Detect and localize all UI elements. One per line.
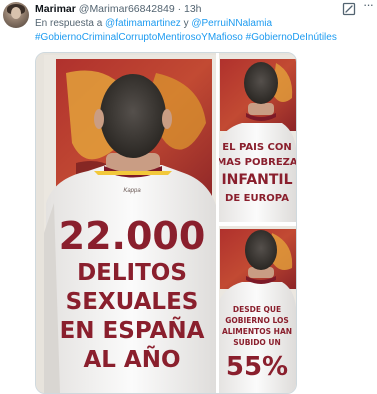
shirt-top-right-line-3: INFANTIL [221, 172, 292, 188]
shirt-main-line-4: EN ESPAÑA [60, 316, 205, 344]
reply-mention-1[interactable]: @fatimamartinez [105, 18, 181, 29]
shirt-bottom-right-line-1: DESDE QUE [233, 305, 281, 314]
shirt-main-line-3: SEXUALES [66, 289, 199, 315]
shirt-main-line-1: 22.000 [59, 214, 206, 258]
media-panel-bottom-right: DESDE QUE GOBIERNO LOS ALIMENTOS HAN SUB… [216, 225, 296, 393]
media-panel-main: Kappa 22.000 DELITOS SEXUALES EN ESPAÑA … [44, 55, 218, 393]
media-collage: Kappa 22.000 DELITOS SEXUALES EN ESPAÑA … [36, 53, 297, 393]
reply-mention-2[interactable]: @PerruiNNalamia [191, 18, 272, 29]
media-panel-top-right: EL PAIS CON MAS POBREZA INFANTIL DE EURO… [216, 55, 297, 223]
shirt-brand-label: Kappa [123, 188, 141, 194]
shirt-top-right-line-2: MAS POBREZA [216, 157, 297, 168]
shirt-bottom-right-line-2: GOBIERNO LOS [225, 316, 289, 325]
shirt-main-line-2: DELITOS [77, 260, 187, 286]
tweet-header: Marimar @Marimar66842849 · 13h [35, 3, 202, 16]
tweet-timestamp[interactable]: 13h [184, 3, 202, 15]
separator-dot: · [177, 3, 182, 15]
author-handle[interactable]: @Marimar66842849 [79, 3, 175, 15]
grok-icon[interactable] [342, 2, 356, 16]
tweet-media-image[interactable]: Kappa 22.000 DELITOS SEXUALES EN ESPAÑA … [35, 52, 297, 394]
shirt-top-right-line-4: DE EUROPA [225, 193, 289, 204]
avatar[interactable] [3, 2, 29, 28]
reply-prefix: En respuesta a [35, 18, 103, 29]
reply-context: En respuesta a @fatimamartinez y @Perrui… [35, 17, 272, 30]
more-options-icon[interactable]: ··· [361, 0, 375, 14]
shirt-bottom-right-line-5: 55% [226, 352, 288, 382]
hashtag-1[interactable]: #GobiernoCriminalCorruptoMentirosoYMafio… [35, 32, 243, 43]
tweet-text: #GobiernoCriminalCorruptoMentirosoYMafio… [35, 31, 337, 44]
avatar-face [11, 7, 21, 19]
shirt-main-line-5: AL AÑO [83, 345, 180, 373]
author-name[interactable]: Marimar [35, 3, 76, 15]
shirt-top-right-line-1: EL PAIS CON [222, 142, 291, 153]
shirt-bottom-right-line-4: SUBIDO UN [233, 338, 281, 347]
reply-joiner: y [183, 18, 189, 29]
tweet: Marimar @Marimar66842849 · 13h ··· En re… [0, 0, 377, 394]
shirt-bottom-right-line-3: ALIMENTOS HAN [222, 327, 292, 336]
hashtag-2[interactable]: #GobiernoDeInútiles [246, 32, 337, 43]
